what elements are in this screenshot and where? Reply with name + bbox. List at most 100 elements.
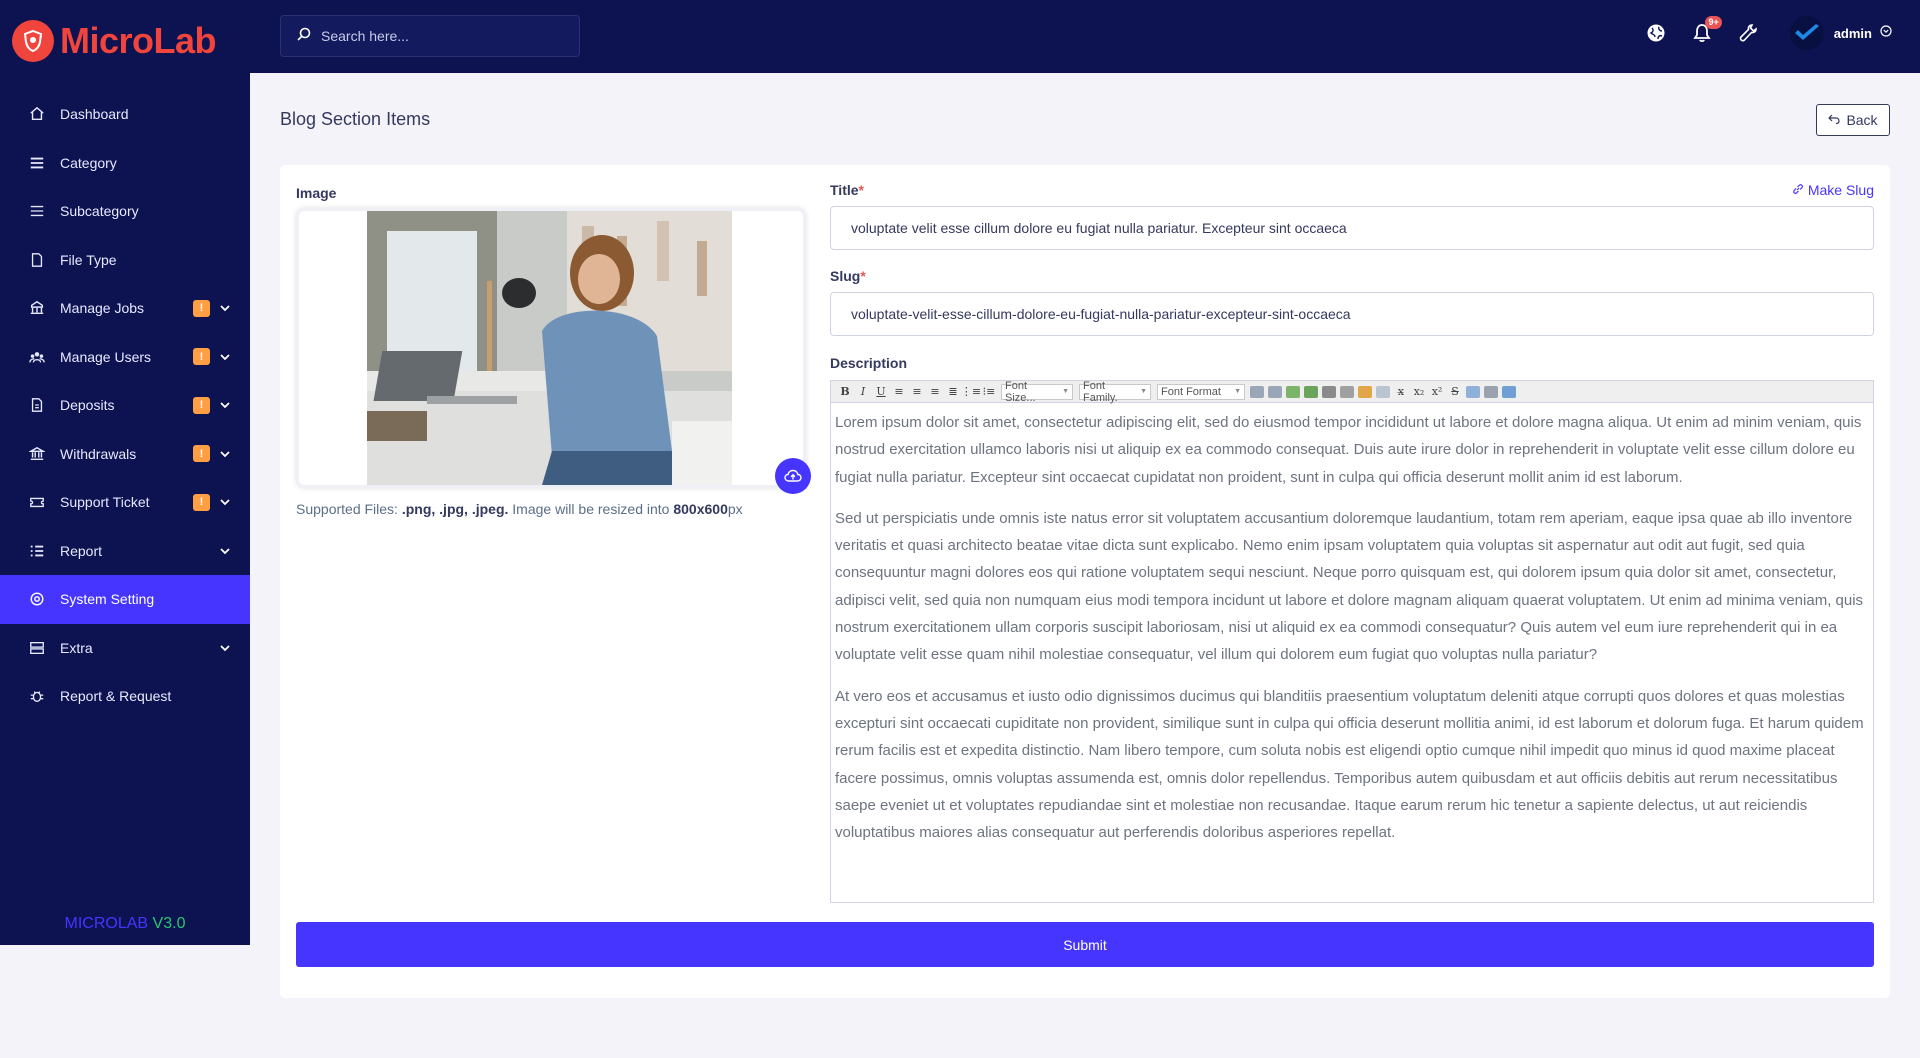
horizontal-rule-icon[interactable] xyxy=(1484,385,1498,398)
underline-icon[interactable]: U xyxy=(872,383,890,401)
html-source-icon[interactable] xyxy=(1502,385,1516,398)
align-left-icon[interactable]: ≡ xyxy=(890,383,908,401)
link-icon xyxy=(1793,184,1803,194)
sidebar-item-subcategory[interactable]: Subcategory xyxy=(0,187,250,236)
home-icon xyxy=(28,105,46,123)
sidebar-item-category[interactable]: Category xyxy=(0,139,250,188)
topbar-actions: 9+ admin xyxy=(1622,0,1892,66)
sidebar-item-system-setting[interactable]: System Setting xyxy=(0,575,250,624)
logo-icon xyxy=(12,20,54,62)
outdent-icon[interactable] xyxy=(1268,385,1282,398)
align-right-icon[interactable]: ≡ xyxy=(926,383,944,401)
font-family-value: Font Family. xyxy=(1083,379,1118,404)
version-label: MICROLAB V3.0 xyxy=(0,915,250,933)
supported-files-note: Supported Files: .png, .jpg, .jpeg. Imag… xyxy=(296,501,743,517)
logo-text: MicroLab xyxy=(60,20,217,61)
indent-icon[interactable] xyxy=(1250,385,1264,398)
paragraph: Sed ut perspiciatis unde omnis iste natu… xyxy=(835,509,1864,664)
chevron-down-icon xyxy=(218,350,232,364)
color-icon[interactable] xyxy=(1358,385,1372,398)
superscript-icon[interactable]: x² xyxy=(1428,383,1446,401)
globe-icon[interactable] xyxy=(1644,21,1668,45)
bug-icon xyxy=(28,687,46,705)
make-slug-link[interactable]: Make Slug xyxy=(1792,182,1874,198)
logo[interactable]: MicroLab xyxy=(0,0,250,82)
wrench-icon[interactable] xyxy=(1736,21,1760,45)
sidebar-item-deposits[interactable]: Deposits! xyxy=(0,381,250,430)
image-label: Image xyxy=(296,185,337,201)
align-justify-icon[interactable]: ≣ xyxy=(944,383,962,401)
sidebar-item-extra[interactable]: Extra xyxy=(0,624,250,673)
unordered-list-icon[interactable]: ⁝≡ xyxy=(980,383,998,401)
sidebar-item-withdrawals[interactable]: Withdrawals! xyxy=(0,430,250,479)
ticket-icon xyxy=(28,493,46,511)
bold-icon[interactable]: B xyxy=(836,383,854,401)
sidebar-item-support-ticket[interactable]: Support Ticket! xyxy=(0,478,250,527)
image-preview xyxy=(296,208,806,488)
search-input[interactable] xyxy=(321,28,561,44)
list-icon xyxy=(28,202,46,220)
font-size-select[interactable]: Font Size... ▼ xyxy=(1001,380,1073,404)
align-center-icon[interactable]: ≡ xyxy=(908,383,926,401)
report-icon xyxy=(28,542,46,560)
strikethrough-icon[interactable]: S xyxy=(1446,383,1464,401)
ordered-list-icon[interactable]: ⋮≡ xyxy=(961,383,981,401)
chevron-down-icon xyxy=(218,398,232,412)
notification-bell-icon[interactable]: 9+ xyxy=(1690,16,1722,45)
back-button[interactable]: Back xyxy=(1816,104,1890,136)
font-family-select[interactable]: Font Family. ▼ xyxy=(1079,380,1151,404)
user-name: admin xyxy=(1833,25,1872,41)
sidebar-item-label: Support Ticket xyxy=(60,494,150,511)
font-format-select[interactable]: Font Format ▼ xyxy=(1157,383,1245,400)
link-icon[interactable] xyxy=(1322,385,1336,398)
page-icon[interactable] xyxy=(1376,385,1390,398)
version-number: V3.0 xyxy=(152,915,186,932)
image-icon[interactable] xyxy=(1286,385,1300,398)
user-menu[interactable]: admin xyxy=(1789,16,1892,50)
sidebar-item-label: Subcategory xyxy=(60,203,139,220)
search-icon xyxy=(297,27,311,46)
sidebar-item-label: Dashboard xyxy=(60,106,129,123)
italic-icon[interactable]: I xyxy=(854,383,872,401)
sidebar-item-label: Extra xyxy=(60,639,93,656)
sidebar-item-report[interactable]: Report xyxy=(0,527,250,576)
resize-unit: px xyxy=(727,501,743,517)
remove-format-icon[interactable]: x̶ xyxy=(1392,383,1410,401)
menu-icon xyxy=(28,154,46,172)
sidebar-item-report-request[interactable]: Report & Request xyxy=(0,672,250,721)
sidebar-item-label: File Type xyxy=(60,251,117,268)
upload-icon[interactable] xyxy=(1304,385,1318,398)
title-input[interactable]: voluptate velit esse cillum dolore eu fu… xyxy=(830,206,1874,250)
sidebar-item-manage-jobs[interactable]: Manage Jobs! xyxy=(0,284,250,333)
editor-content[interactable]: Lorem ipsum dolor sit amet, consectetur … xyxy=(831,403,1873,903)
version-name: MICROLAB xyxy=(64,915,149,932)
sidebar-item-label: Manage Jobs xyxy=(60,300,145,317)
symbol-icon[interactable] xyxy=(1466,385,1480,398)
submit-button[interactable]: Submit xyxy=(296,922,1874,967)
chevron-down-icon xyxy=(218,447,232,461)
subscript-icon[interactable]: x₂ xyxy=(1410,383,1428,401)
slug-input[interactable]: voluptate-velit-esse-cillum-dolore-eu-fu… xyxy=(830,292,1874,336)
sidebar-item-label: Report & Request xyxy=(60,688,172,705)
sidebar-item-label: Manage Users xyxy=(60,348,152,365)
alert-badge: ! xyxy=(193,493,210,511)
slug-label-text: Slug xyxy=(830,268,861,284)
sidebar-item-label: Withdrawals xyxy=(60,445,137,462)
resize-note: Image will be resized into xyxy=(512,501,670,517)
sidebar-item-file-type[interactable]: File Type xyxy=(0,236,250,285)
unlink-icon[interactable] xyxy=(1340,385,1354,398)
supported-files-prefix: Supported Files: xyxy=(296,501,398,517)
page-title: Blog Section Items xyxy=(280,109,431,129)
upload-image-button[interactable] xyxy=(775,458,811,494)
sidebar-item-dashboard[interactable]: Dashboard xyxy=(0,90,250,139)
alert-badge: ! xyxy=(193,396,210,414)
sidebar-item-manage-users[interactable]: Manage Users! xyxy=(0,333,250,382)
title-label-text: Title xyxy=(830,182,859,198)
slug-label: Slug* xyxy=(830,268,866,284)
make-slug-label: Make Slug xyxy=(1807,182,1874,198)
chevron-down-icon xyxy=(218,544,232,558)
back-button-label: Back xyxy=(1846,112,1878,128)
topbar: 9+ admin xyxy=(250,0,1920,73)
alert-badge: ! xyxy=(193,445,210,463)
avatar xyxy=(1789,16,1824,50)
